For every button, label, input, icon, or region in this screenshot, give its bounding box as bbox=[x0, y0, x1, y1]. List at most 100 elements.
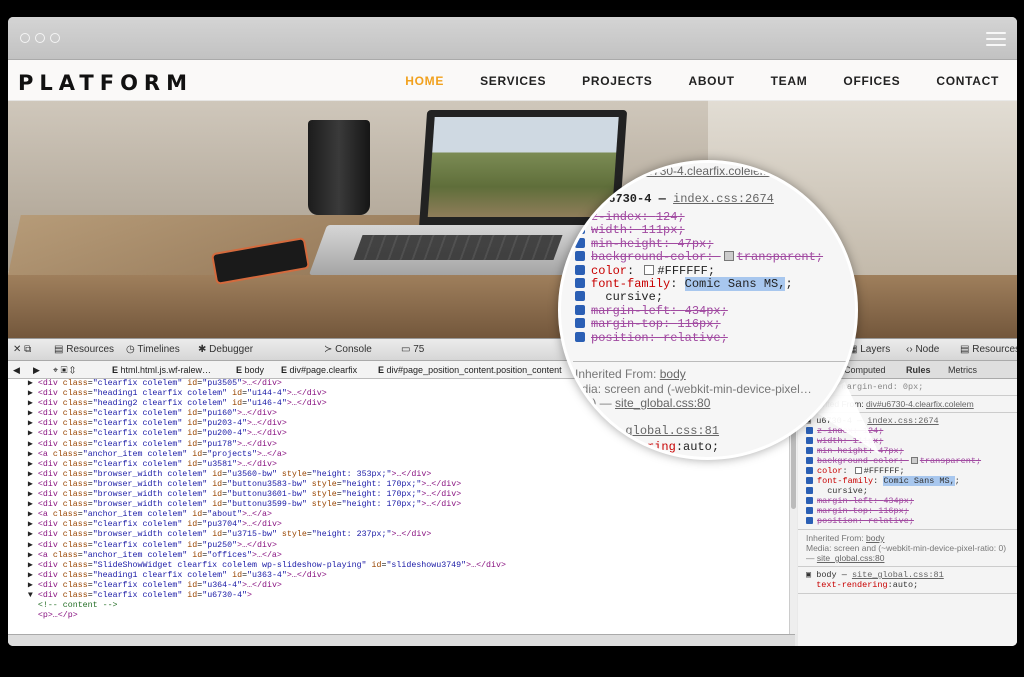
mag-body-prop-value: auto bbox=[683, 440, 712, 454]
media-source-link[interactable]: site_global.css:80 bbox=[817, 553, 885, 563]
breadcrumb-item[interactable]: E div#page_position_content.position_con… bbox=[378, 365, 562, 375]
mag-property: position: relative; bbox=[575, 331, 728, 345]
dom-tree-row[interactable]: ▶ <div class="browser_width colelem" id=… bbox=[8, 480, 794, 490]
code-token: : bbox=[663, 236, 678, 251]
tag-name: <div bbox=[37, 540, 63, 550]
code-token: ; bbox=[785, 277, 793, 291]
tab-metrics[interactable]: Metrics bbox=[948, 365, 977, 375]
attr-name: class bbox=[52, 510, 78, 520]
attr-name: id bbox=[207, 490, 223, 500]
tab-rules[interactable]: Rules bbox=[906, 365, 931, 375]
attr-value: "u144-4" bbox=[247, 389, 287, 399]
site-logo[interactable]: PLATFORM bbox=[18, 71, 193, 95]
attr-value: "heading1 clearfix colelem" bbox=[92, 389, 228, 399]
breadcrumb-item[interactable]: E body bbox=[236, 365, 264, 375]
attr-name: id bbox=[207, 530, 223, 540]
tab-timelines[interactable]: ◷ Timelines bbox=[126, 344, 180, 355]
dom-tree-row[interactable]: ▶ <div class="browser_width colelem" id=… bbox=[8, 530, 794, 540]
inherited-link[interactable]: div#u6730-4.clearfix.colelem bbox=[866, 399, 974, 409]
devtools-toolbar: ✕ ⧉ ▤ Resources ◷ Timelines ✱ Debugger ≻… bbox=[8, 339, 1017, 361]
code-token: : bbox=[706, 250, 721, 265]
tab-console[interactable]: ≻ Console bbox=[324, 344, 372, 355]
attr-name: style bbox=[276, 469, 307, 479]
checkbox-icon bbox=[806, 457, 813, 464]
nav-about[interactable]: ABOUT bbox=[670, 74, 752, 88]
mag-property: cursive; bbox=[575, 291, 663, 304]
mag-property: width: 111px; bbox=[575, 224, 685, 237]
nav-contact[interactable]: CONTACT bbox=[918, 74, 1017, 88]
nav-projects[interactable]: PROJECTS bbox=[564, 74, 670, 88]
checkbox-icon bbox=[575, 237, 585, 248]
attr-value: "pu160" bbox=[202, 409, 238, 419]
code-token: ; bbox=[954, 476, 960, 486]
dom-tree-row[interactable]: ▼ <div class="clearfix colelem" id="u673… bbox=[8, 591, 794, 601]
dom-tree-row[interactable]: ▶ <div class="clearfix colelem" id="pu37… bbox=[8, 520, 794, 530]
dom-tree-row[interactable]: ▶ <a class="anchor_item colelem" id="abo… bbox=[8, 510, 794, 520]
tag-close: > bbox=[247, 590, 253, 600]
dom-tree-row[interactable]: ▶ <div class="clearfix colelem" id="pu25… bbox=[8, 541, 794, 551]
body-source-link[interactable]: site_global.css:81 bbox=[852, 570, 944, 580]
breadcrumb-label: html.html.js.wf-ralew… bbox=[120, 365, 212, 375]
dom-tree-row[interactable]: ▶ <div class="SlideShowWidget clearfix c… bbox=[8, 561, 794, 571]
inspect-icon[interactable]: ⌖ ▣ ⇕ bbox=[53, 365, 75, 376]
tab-debugger[interactable]: ✱ Debugger bbox=[198, 344, 253, 355]
breadcrumb-item[interactable]: E div#page.clearfix bbox=[281, 365, 357, 375]
tab-layers-label: Layers bbox=[860, 344, 891, 355]
dom-tree-row[interactable]: ▶ <div class="browser_width colelem" id=… bbox=[8, 470, 794, 480]
code-token: : bbox=[873, 476, 884, 486]
expand-arrow-icon: ▶ bbox=[8, 419, 38, 429]
nav-home[interactable]: HOME bbox=[387, 74, 462, 88]
nav-offices[interactable]: OFFICES bbox=[825, 74, 918, 88]
checkbox-icon bbox=[575, 264, 585, 275]
mag-divider bbox=[573, 361, 853, 362]
checkbox-icon bbox=[575, 224, 585, 235]
color-swatch bbox=[723, 251, 734, 262]
tab-resources-right[interactable]: ▤ Resources bbox=[960, 344, 1017, 355]
rule-property: font-family: Comic Sans MS,; bbox=[806, 476, 1009, 486]
tab-node[interactable]: ‹› Node bbox=[906, 344, 939, 355]
attr-value: "pu3505" bbox=[202, 379, 243, 388]
tag-close: >…</a> bbox=[252, 550, 282, 560]
back-arrow-icon[interactable]: ◀ bbox=[13, 365, 20, 376]
attr-value: "about" bbox=[207, 510, 243, 520]
resource-count-value: 75 bbox=[413, 344, 425, 355]
nav-services[interactable]: SERVICES bbox=[462, 74, 564, 88]
rule-source-link[interactable]: index.css:2674 bbox=[867, 416, 938, 426]
nav-team[interactable]: TEAM bbox=[753, 74, 826, 88]
attr-value: "u146-4" bbox=[247, 399, 287, 409]
attr-name: id bbox=[182, 419, 198, 429]
dom-tree-row[interactable]: ▶ <div class="browser_width colelem" id=… bbox=[8, 500, 794, 510]
dom-tree-row[interactable]: ▶ <div class="clearfix colelem" id="u358… bbox=[8, 460, 794, 470]
attr-name: id bbox=[182, 459, 198, 469]
maximize-window-button[interactable] bbox=[50, 33, 60, 43]
close-window-button[interactable] bbox=[20, 33, 30, 43]
property-value: 434px bbox=[684, 303, 721, 318]
tab-resources-label: Resources bbox=[66, 344, 115, 355]
checkbox-icon bbox=[575, 318, 585, 329]
breadcrumb-item[interactable]: E html.html.js.wf-ralew… bbox=[112, 365, 211, 375]
attr-name: class bbox=[62, 560, 88, 570]
tab-resources-right-label: Resources bbox=[972, 344, 1017, 355]
property-value: 111px bbox=[641, 223, 678, 238]
dock-icon[interactable]: ✕ ⧉ bbox=[13, 344, 31, 355]
expand-arrow-icon: ▶ bbox=[8, 379, 38, 388]
attr-name: class bbox=[62, 570, 88, 580]
attr-value: "u364-4" bbox=[202, 580, 243, 590]
dom-tree-row[interactable]: ▶ <div class="clearfix colelem" id="u364… bbox=[8, 581, 794, 591]
forward-arrow-icon[interactable]: ▶ bbox=[33, 365, 40, 376]
tag-name: <div bbox=[37, 490, 63, 500]
minimize-window-button[interactable] bbox=[35, 33, 45, 43]
dom-tree-row[interactable]: ▶ <div class="browser_width colelem" id=… bbox=[8, 490, 794, 500]
hamburger-icon[interactable] bbox=[986, 32, 1006, 46]
inherited-body-link[interactable]: body bbox=[866, 533, 884, 543]
dom-tree-row[interactable]: ▶ <div class="heading1 clearfix colelem"… bbox=[8, 571, 794, 581]
code-token: : bbox=[663, 317, 678, 332]
expand-arrow-icon: ▶ bbox=[8, 449, 38, 459]
checkbox-icon bbox=[806, 487, 813, 494]
tab-resources[interactable]: ▤ Resources bbox=[54, 344, 114, 355]
attr-value: "browser_width colelem" bbox=[92, 530, 208, 540]
dom-tree-row[interactable]: ▶ <a class="anchor_item colelem" id="off… bbox=[8, 551, 794, 561]
attr-value: "pu3704" bbox=[202, 520, 243, 530]
code-token: ; bbox=[677, 223, 685, 238]
tag-close: >…</div> bbox=[466, 560, 506, 570]
